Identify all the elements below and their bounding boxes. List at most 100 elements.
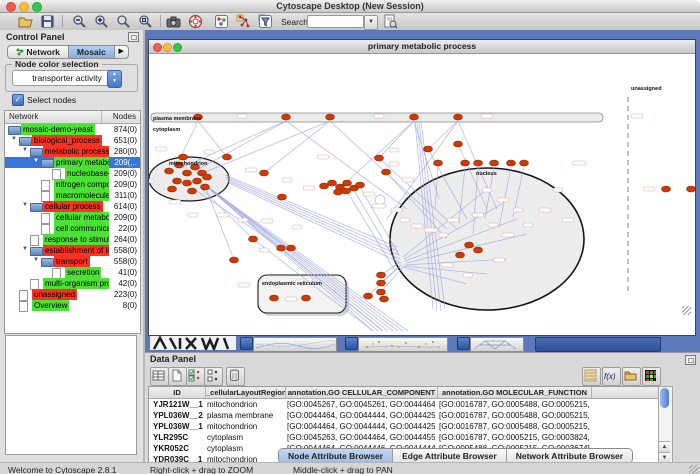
network-node[interactable] (179, 154, 188, 160)
tree-row-cell-communicat[interactable]: cell communicat22(0) (5, 223, 140, 234)
layout-button-1[interactable] (236, 14, 253, 29)
network-node[interactable] (342, 188, 351, 194)
expand-arrow-icon[interactable]: ▼ (33, 158, 39, 164)
column-header-component[interactable]: annotation.GO CELLULAR_COMPONENT (286, 388, 437, 397)
minimized-window-icon[interactable] (457, 337, 470, 350)
delete-attribute-button[interactable] (226, 367, 245, 386)
zoom-out-button[interactable] (72, 14, 89, 29)
open-session-button[interactable] (18, 14, 35, 29)
network-node[interactable] (424, 146, 433, 152)
tree-row-cellular-process[interactable]: ▼cellular process614(0) (5, 201, 140, 212)
zoom-fit-button[interactable] (138, 14, 155, 29)
network-node[interactable] (410, 114, 419, 120)
expand-arrow-icon[interactable]: ▼ (22, 202, 28, 208)
tree-row-nitrogen-compo[interactable]: nitrogen compo209(0) (5, 179, 140, 190)
column-header-region[interactable]: _cellularLayoutRegion (206, 388, 285, 397)
tab-overflow-arrow[interactable]: ▶ (114, 45, 129, 59)
network-node[interactable] (334, 189, 343, 195)
network-node[interactable] (173, 178, 182, 184)
zoom-in-button[interactable] (94, 14, 111, 29)
network-node[interactable] (230, 257, 239, 263)
network-node[interactable] (223, 154, 232, 160)
tree-row-transport[interactable]: ▼transport558(0) (5, 256, 140, 267)
unify-attributes-button[interactable] (204, 367, 223, 386)
network-canvas[interactable]: plasma membranecytoplasmmitochondrionnuc… (149, 54, 695, 335)
network-node[interactable] (203, 174, 212, 180)
tree-row-nucleobase-[interactable]: nucleobase-209(0) (5, 168, 140, 179)
network-node[interactable] (165, 168, 174, 174)
network-node[interactable] (380, 296, 389, 302)
network-node[interactable] (474, 247, 483, 253)
tree-row-establishment-of-lo[interactable]: ▼establishment of lo558(0) (5, 245, 140, 256)
network-node[interactable] (364, 293, 373, 299)
float-panel-icon[interactable] (685, 355, 696, 365)
network-node[interactable] (382, 169, 391, 175)
network-node[interactable] (168, 186, 177, 192)
network-node[interactable] (454, 114, 463, 120)
dropdown-stepper-icon[interactable]: ▲▼ (107, 70, 122, 88)
network-node[interactable] (490, 160, 499, 166)
node-color-dropdown[interactable]: transporter activity (12, 70, 122, 86)
tree-row-overview[interactable]: Overview8(0) (5, 300, 140, 311)
network-node[interactable] (270, 295, 279, 301)
network-frame-title-bar[interactable]: primary metabolic process (149, 40, 695, 54)
tree-row-primary-metabo[interactable]: ▼primary metabo209(... (5, 157, 140, 168)
scrollbar-thumb[interactable] (660, 388, 669, 408)
network-node[interactable] (507, 160, 516, 166)
save-session-button[interactable] (40, 14, 57, 29)
expand-arrow-icon[interactable]: ▼ (22, 246, 28, 252)
network-node[interactable] (282, 114, 291, 120)
zoom-selected-button[interactable] (116, 14, 133, 29)
network-node[interactable] (662, 186, 671, 192)
network-node[interactable] (320, 183, 329, 189)
network-node[interactable] (474, 160, 483, 166)
network-node[interactable] (302, 295, 311, 301)
network-node[interactable] (377, 289, 386, 295)
birdseye-view[interactable] (5, 335, 137, 455)
tree-row-multi-organism-pro[interactable]: multi-organism pro42(0) (5, 278, 140, 289)
network-edge[interactable] (379, 121, 414, 158)
network-node[interactable] (249, 236, 258, 242)
filter-button[interactable] (258, 14, 275, 29)
search-dropdown-arrow-icon[interactable]: ▼ (364, 15, 378, 30)
network-node[interactable] (343, 180, 352, 186)
network-node[interactable] (456, 252, 465, 258)
tab-node-attribute-browser[interactable]: Node Attribute Browser (279, 449, 393, 463)
network-edge[interactable] (347, 191, 395, 271)
help-button[interactable] (188, 14, 205, 29)
tab-network-attribute-browser[interactable]: Network Attribute Browser (507, 449, 632, 463)
minimized-window-icon[interactable] (345, 337, 358, 350)
column-header-function[interactable]: annotation.GO MOLECULAR_FUNCTION (438, 388, 591, 397)
float-panel-icon[interactable] (128, 32, 139, 42)
network-node[interactable] (356, 182, 365, 188)
network-node[interactable] (377, 272, 386, 278)
tree-row-mosaic-demo-yeast[interactable]: mosaic-demo-yeast874(0) (5, 124, 140, 135)
network-node[interactable] (687, 186, 696, 192)
tab-network[interactable]: Network (7, 45, 68, 59)
tree-row-cellular-metabo[interactable]: cellular metabo209(0) (5, 212, 140, 223)
network-node[interactable] (201, 184, 210, 190)
table-row-ypl036w__2[interactable]: YPL036W__2plasma membrane[GO:0044464, GO… (149, 410, 659, 421)
tab-mosaic[interactable]: Mosaic (68, 45, 114, 59)
network-node[interactable] (465, 242, 474, 248)
network-node[interactable] (461, 160, 470, 166)
column-header-id[interactable]: ID (149, 388, 205, 397)
table-row-ylr295c[interactable]: YLR295Ccytoplasm[GO:0045263, GO:0044464,… (149, 432, 659, 443)
tree-row-metabolic-process[interactable]: ▼metabolic process280(0) (5, 146, 140, 157)
network-node[interactable] (434, 160, 443, 166)
network-edge[interactable] (227, 179, 399, 255)
frame-resize-grip[interactable] (682, 306, 691, 315)
network-view-frame[interactable]: primary metabolic process plasma membran… (148, 39, 696, 336)
tree-row-secretion[interactable]: secretion41(0) (5, 267, 140, 278)
tree-row-response-to-stimulu[interactable]: response to stimulu264(0) (5, 234, 140, 245)
network-edge[interactable] (207, 191, 234, 260)
attribute-list-button[interactable] (582, 367, 601, 386)
attribute-table-button[interactable] (150, 367, 169, 386)
network-node[interactable] (277, 245, 286, 251)
tree-row-unassigned[interactable]: unassigned223(0) (5, 289, 140, 300)
table-row-ypl036w__1[interactable]: YPL036W__1mitochondrion[GO:0044464, GO:0… (149, 421, 659, 432)
minimized-window-2[interactable] (358, 337, 448, 352)
tree-row-macromolecule[interactable]: macromolecule311(0) (5, 190, 140, 201)
network-node[interactable] (520, 160, 529, 166)
expand-arrow-icon[interactable]: ▼ (33, 257, 39, 263)
